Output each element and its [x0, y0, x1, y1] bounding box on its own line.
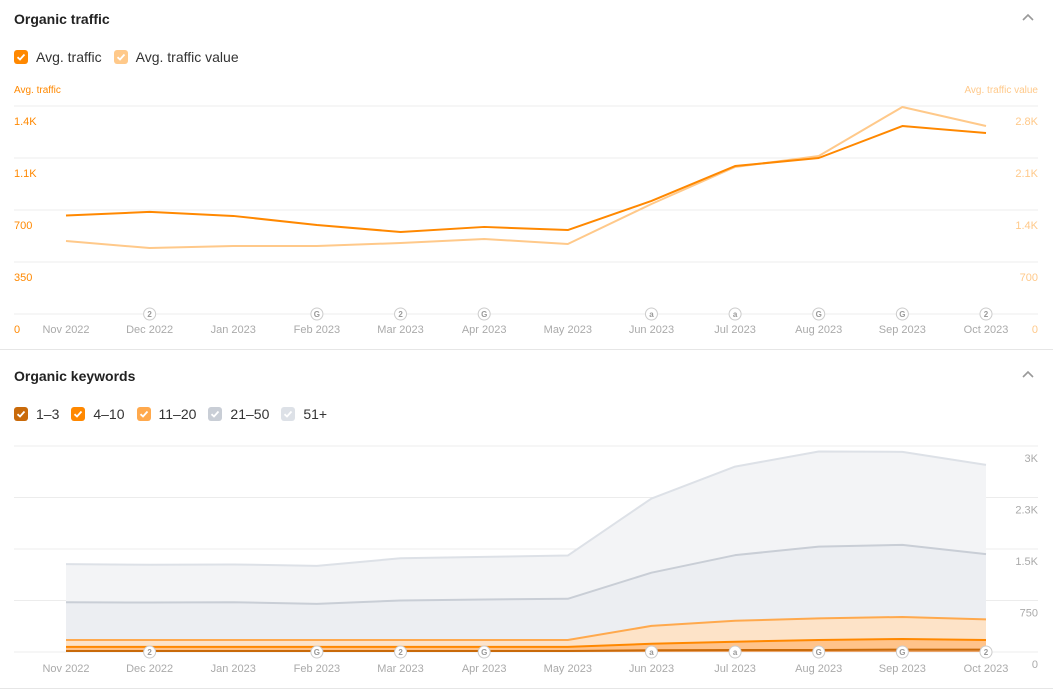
x-tick-label: Dec 2022	[126, 324, 173, 336]
x-tick-label: Feb 2023	[294, 324, 340, 336]
x-tick-label: Jul 2023	[714, 663, 756, 675]
left-y-tick-label: 0	[14, 324, 20, 336]
annotation-marker-icon[interactable]: 2	[979, 645, 993, 659]
x-tick-label: Sep 2023	[879, 663, 926, 675]
annotation-glyph: G	[481, 310, 487, 319]
annotation-glyph: G	[314, 648, 320, 657]
annotation-glyph: 2	[147, 648, 152, 657]
x-tick-label: Nov 2022	[42, 324, 89, 336]
annotation-glyph: 2	[984, 310, 989, 319]
left-y-tick-label: 700	[14, 220, 32, 232]
annotation-marker-icon[interactable]: G	[310, 645, 324, 659]
organic-keywords-section: Organic keywords 1–3 4–10 11–20 21–50 51+ 07…	[0, 350, 1053, 689]
keywords-area-chart: 0 750 1.5K 2.3K 3K Nov 2022 Dec 2022 Jan 2023 Fe…	[14, 445, 1039, 675]
annotation-marker-icon[interactable]: G	[812, 645, 826, 659]
right-y-tick-label: 0	[1032, 659, 1038, 671]
x-tick-label: May 2023	[544, 663, 592, 675]
annotation-marker-icon[interactable]: G	[310, 307, 324, 321]
series-line-avg-traffic	[65, 125, 987, 233]
annotation-marker-icon[interactable]: a	[728, 307, 742, 321]
x-tick-label: Aug 2023	[795, 663, 842, 675]
annotation-glyph: a	[649, 310, 654, 319]
x-tick-label: Apr 2023	[462, 324, 507, 336]
right-y-tick-label: 2.8K	[1015, 116, 1038, 128]
annotation-marker-icon[interactable]: a	[728, 645, 742, 659]
left-y-tick-label: 1.4K	[14, 116, 37, 128]
x-tick-label: Aug 2023	[795, 324, 842, 336]
x-tick-label: Dec 2022	[126, 663, 173, 675]
annotation-glyph: 2	[398, 648, 403, 657]
annotation-marker-icon[interactable]: G	[477, 645, 491, 659]
annotation-marker-icon[interactable]: 2	[394, 645, 408, 659]
x-tick-label: Oct 2023	[964, 324, 1009, 336]
left-y-tick-label: 350	[14, 272, 32, 284]
annotation-glyph: a	[649, 648, 654, 657]
right-y-tick-label: 0	[1032, 324, 1038, 336]
x-tick-label: Jun 2023	[629, 324, 674, 336]
left-y-tick-label: 1.1K	[14, 168, 37, 180]
annotation-marker-icon[interactable]: G	[477, 307, 491, 321]
annotation-glyph: G	[816, 310, 822, 319]
x-tick-label: Jan 2023	[211, 324, 256, 336]
annotation-glyph: 2	[398, 310, 403, 319]
series-line-avg-traffic-value	[65, 105, 987, 250]
right-y-tick-label: 3K	[1025, 453, 1039, 465]
x-tick-label: Mar 2023	[377, 324, 423, 336]
x-tick-label: Sep 2023	[879, 324, 926, 336]
annotation-marker-icon[interactable]: G	[895, 307, 909, 321]
right-y-tick-label: 1.5K	[1015, 556, 1038, 568]
x-tick-label: Nov 2022	[42, 663, 89, 675]
annotation-glyph: a	[733, 310, 738, 319]
annotation-marker-icon[interactable]: 2	[143, 307, 157, 321]
x-tick-label: Apr 2023	[462, 663, 507, 675]
x-tick-label: May 2023	[544, 324, 592, 336]
x-tick-label: Mar 2023	[377, 663, 423, 675]
x-tick-label: Oct 2023	[964, 663, 1009, 675]
annotation-marker-icon[interactable]: a	[644, 307, 658, 321]
x-tick-label: Jul 2023	[714, 324, 756, 336]
annotation-marker-icon[interactable]: G	[895, 645, 909, 659]
annotation-marker-icon[interactable]: 2	[979, 307, 993, 321]
right-y-tick-label: 750	[1020, 608, 1038, 620]
right-y-tick-label: 2.3K	[1015, 505, 1038, 517]
right-y-tick-label: 2.1K	[1015, 168, 1038, 180]
annotation-glyph: G	[899, 648, 905, 657]
traffic-line-chart: 0 0 350 700 700 1.4K 1.1K 2.1K 1.4K 2.8K Nov 2022 D…	[14, 105, 1039, 336]
annotation-marker-icon[interactable]: a	[644, 645, 658, 659]
annotation-marker-icon[interactable]: G	[812, 307, 826, 321]
right-y-tick-label: 700	[1020, 272, 1038, 284]
x-tick-label: Jun 2023	[629, 663, 674, 675]
annotation-glyph: G	[314, 310, 320, 319]
annotation-marker-icon[interactable]: 2	[143, 645, 157, 659]
annotation-glyph: a	[733, 648, 738, 657]
annotation-marker-icon[interactable]: 2	[394, 307, 408, 321]
annotation-glyph: 2	[147, 310, 152, 319]
annotation-glyph: G	[816, 648, 822, 657]
annotation-glyph: G	[899, 310, 905, 319]
x-tick-label: Jan 2023	[211, 663, 256, 675]
annotation-glyph: G	[481, 648, 487, 657]
x-tick-label: Feb 2023	[294, 663, 340, 675]
right-y-tick-label: 1.4K	[1015, 220, 1038, 232]
annotation-glyph: 2	[984, 648, 989, 657]
organic-traffic-section: Organic traffic Avg. traffic Avg. traffic…	[0, 0, 1053, 350]
